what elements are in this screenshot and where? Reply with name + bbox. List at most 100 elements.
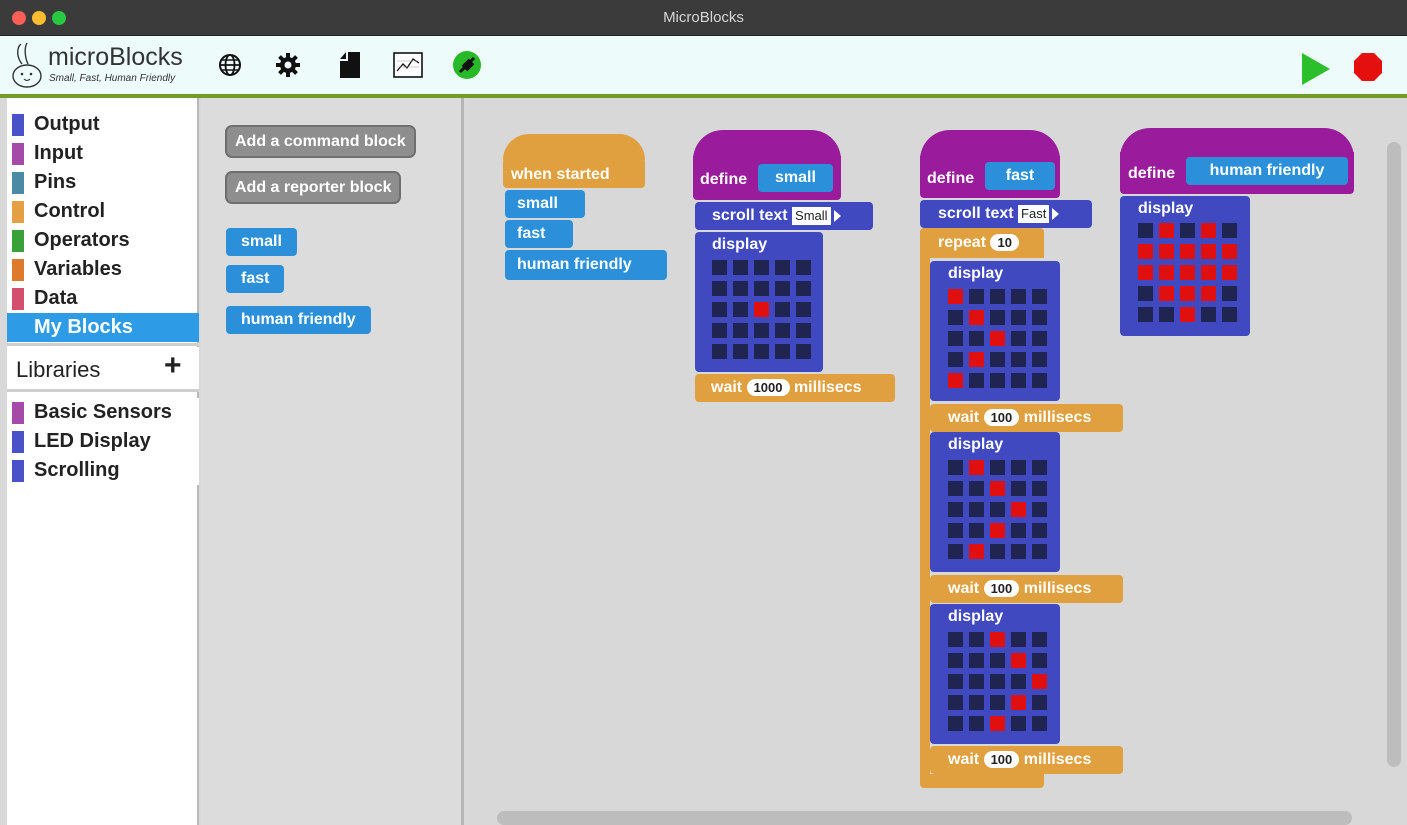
define-small-block[interactable]: define small xyxy=(693,156,841,200)
led-on[interactable] xyxy=(754,302,769,317)
usb-connected-icon[interactable] xyxy=(452,50,482,80)
led-off[interactable] xyxy=(948,481,963,496)
led-off[interactable] xyxy=(1032,653,1047,668)
led-grid[interactable] xyxy=(948,460,1047,559)
led-on[interactable] xyxy=(969,310,984,325)
led-off[interactable] xyxy=(1180,223,1195,238)
led-on[interactable] xyxy=(1138,265,1153,280)
led-off[interactable] xyxy=(1032,460,1047,475)
dropdown-arrow-icon[interactable] xyxy=(833,209,841,222)
led-off[interactable] xyxy=(733,344,748,359)
led-off[interactable] xyxy=(948,523,963,538)
led-off[interactable] xyxy=(796,344,811,359)
led-off[interactable] xyxy=(969,481,984,496)
library-led-display[interactable]: LED Display xyxy=(7,427,199,456)
led-off[interactable] xyxy=(754,344,769,359)
led-off[interactable] xyxy=(948,331,963,346)
file-icon[interactable] xyxy=(335,50,365,80)
led-on[interactable] xyxy=(1138,244,1153,259)
led-on[interactable] xyxy=(990,331,1005,346)
scroll-text-input[interactable]: Fast xyxy=(1018,204,1050,223)
led-grid[interactable] xyxy=(948,289,1047,388)
category-input[interactable]: Input xyxy=(7,139,199,168)
led-off[interactable] xyxy=(1011,481,1026,496)
scroll-text-block[interactable]: scroll text Small xyxy=(695,202,873,230)
led-off[interactable] xyxy=(1011,716,1026,731)
led-off[interactable] xyxy=(1011,289,1026,304)
palette-block-fast[interactable]: fast xyxy=(226,265,285,293)
led-off[interactable] xyxy=(796,323,811,338)
led-off[interactable] xyxy=(969,523,984,538)
led-on[interactable] xyxy=(1201,265,1216,280)
led-off[interactable] xyxy=(1138,286,1153,301)
led-off[interactable] xyxy=(712,260,727,275)
category-variables[interactable]: Variables xyxy=(7,255,199,284)
led-off[interactable] xyxy=(1011,373,1026,388)
led-off[interactable] xyxy=(1032,373,1047,388)
led-off[interactable] xyxy=(733,260,748,275)
add-reporter-block-button[interactable]: Add a reporter block xyxy=(225,171,402,204)
led-on[interactable] xyxy=(1201,223,1216,238)
led-off[interactable] xyxy=(1032,481,1047,496)
led-on[interactable] xyxy=(1180,244,1195,259)
led-off[interactable] xyxy=(712,281,727,296)
stop-button[interactable] xyxy=(1353,52,1383,82)
led-on[interactable] xyxy=(969,352,984,367)
led-off[interactable] xyxy=(990,544,1005,559)
led-on[interactable] xyxy=(990,523,1005,538)
wait-input[interactable]: 100 xyxy=(983,580,1020,598)
led-off[interactable] xyxy=(948,716,963,731)
wait-block[interactable]: wait 1000 millisecs xyxy=(695,374,895,402)
led-on[interactable] xyxy=(1011,653,1026,668)
led-off[interactable] xyxy=(1011,523,1026,538)
led-on[interactable] xyxy=(1159,286,1174,301)
led-off[interactable] xyxy=(1032,289,1047,304)
wait-block[interactable]: wait 100 millisecs xyxy=(930,404,1123,432)
go-button[interactable] xyxy=(1302,53,1330,85)
call-small-block[interactable]: small xyxy=(505,190,585,218)
wait-input[interactable]: 100 xyxy=(983,751,1020,769)
led-on[interactable] xyxy=(1159,244,1174,259)
led-off[interactable] xyxy=(712,302,727,317)
led-off[interactable] xyxy=(969,653,984,668)
led-off[interactable] xyxy=(948,310,963,325)
led-off[interactable] xyxy=(754,281,769,296)
dropdown-arrow-icon[interactable] xyxy=(1052,207,1060,220)
led-off[interactable] xyxy=(754,260,769,275)
led-off[interactable] xyxy=(1032,695,1047,710)
led-grid[interactable] xyxy=(712,260,811,359)
led-off[interactable] xyxy=(775,344,790,359)
led-off[interactable] xyxy=(754,323,769,338)
led-off[interactable] xyxy=(1011,460,1026,475)
globe-icon[interactable] xyxy=(215,50,245,80)
led-on[interactable] xyxy=(1222,265,1237,280)
define-name[interactable]: small xyxy=(758,164,833,192)
display-block[interactable]: display xyxy=(1120,196,1250,336)
led-off[interactable] xyxy=(1032,310,1047,325)
horizontal-scrollbar[interactable] xyxy=(497,811,1352,825)
led-off[interactable] xyxy=(1032,632,1047,647)
led-off[interactable] xyxy=(969,373,984,388)
led-off[interactable] xyxy=(1032,544,1047,559)
led-off[interactable] xyxy=(948,352,963,367)
display-block[interactable]: display xyxy=(930,432,1060,572)
library-scrolling[interactable]: Scrolling xyxy=(7,456,199,485)
define-name[interactable]: human friendly xyxy=(1186,157,1348,185)
led-off[interactable] xyxy=(969,502,984,517)
category-my-blocks[interactable]: My Blocks xyxy=(7,313,199,342)
display-block[interactable]: display xyxy=(695,232,823,372)
led-on[interactable] xyxy=(1201,286,1216,301)
category-control[interactable]: Control xyxy=(7,197,199,226)
led-on[interactable] xyxy=(990,716,1005,731)
display-block[interactable]: display xyxy=(930,604,1060,744)
led-off[interactable] xyxy=(1032,352,1047,367)
led-off[interactable] xyxy=(990,373,1005,388)
led-off[interactable] xyxy=(948,653,963,668)
led-off[interactable] xyxy=(796,260,811,275)
led-on[interactable] xyxy=(1222,244,1237,259)
repeat-block[interactable]: repeat 10 xyxy=(920,228,1044,258)
led-on[interactable] xyxy=(1180,265,1195,280)
led-off[interactable] xyxy=(1222,286,1237,301)
led-off[interactable] xyxy=(948,544,963,559)
led-off[interactable] xyxy=(969,695,984,710)
